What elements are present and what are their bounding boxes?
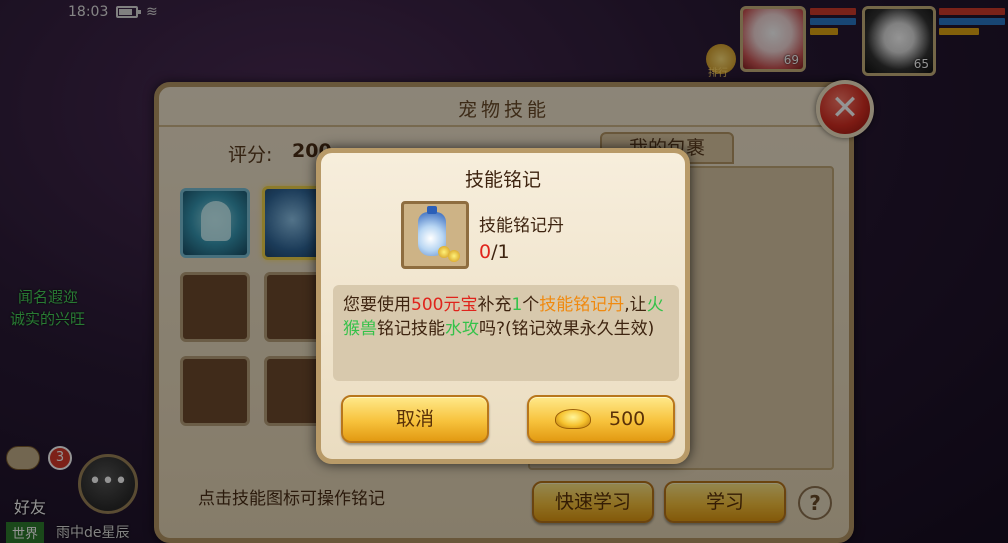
ingot-icon <box>555 409 591 429</box>
dialog-title: 技能铭记 <box>464 169 541 191</box>
item-have: 0 <box>479 241 492 263</box>
cost-highlight: 500元宝 <box>411 295 478 315</box>
item-highlight: 技能铭记丹 <box>539 295 625 315</box>
item-slot[interactable] <box>401 201 469 269</box>
cancel-button[interactable]: 取消 <box>341 395 489 443</box>
coin-icon <box>448 250 460 262</box>
skill-highlight: 水攻 <box>445 319 479 339</box>
skill-imprint-dialog: 技能铭记 技能铭记丹 0/1 您要使用500元宝补充1个技能铭记丹,让火猴兽铭记… <box>316 148 690 464</box>
item-count: 0/1 <box>479 241 510 263</box>
quantity-highlight: 1 <box>511 295 523 315</box>
confirm-message: 您要使用500元宝补充1个技能铭记丹,让火猴兽铭记技能水攻吗?(铭记效果永久生效… <box>333 285 679 381</box>
item-name: 技能铭记丹 <box>479 216 564 236</box>
confirm-cost: 500 <box>609 408 646 430</box>
item-need: /1 <box>491 241 510 263</box>
confirm-purchase-button[interactable]: 500 <box>527 395 675 443</box>
